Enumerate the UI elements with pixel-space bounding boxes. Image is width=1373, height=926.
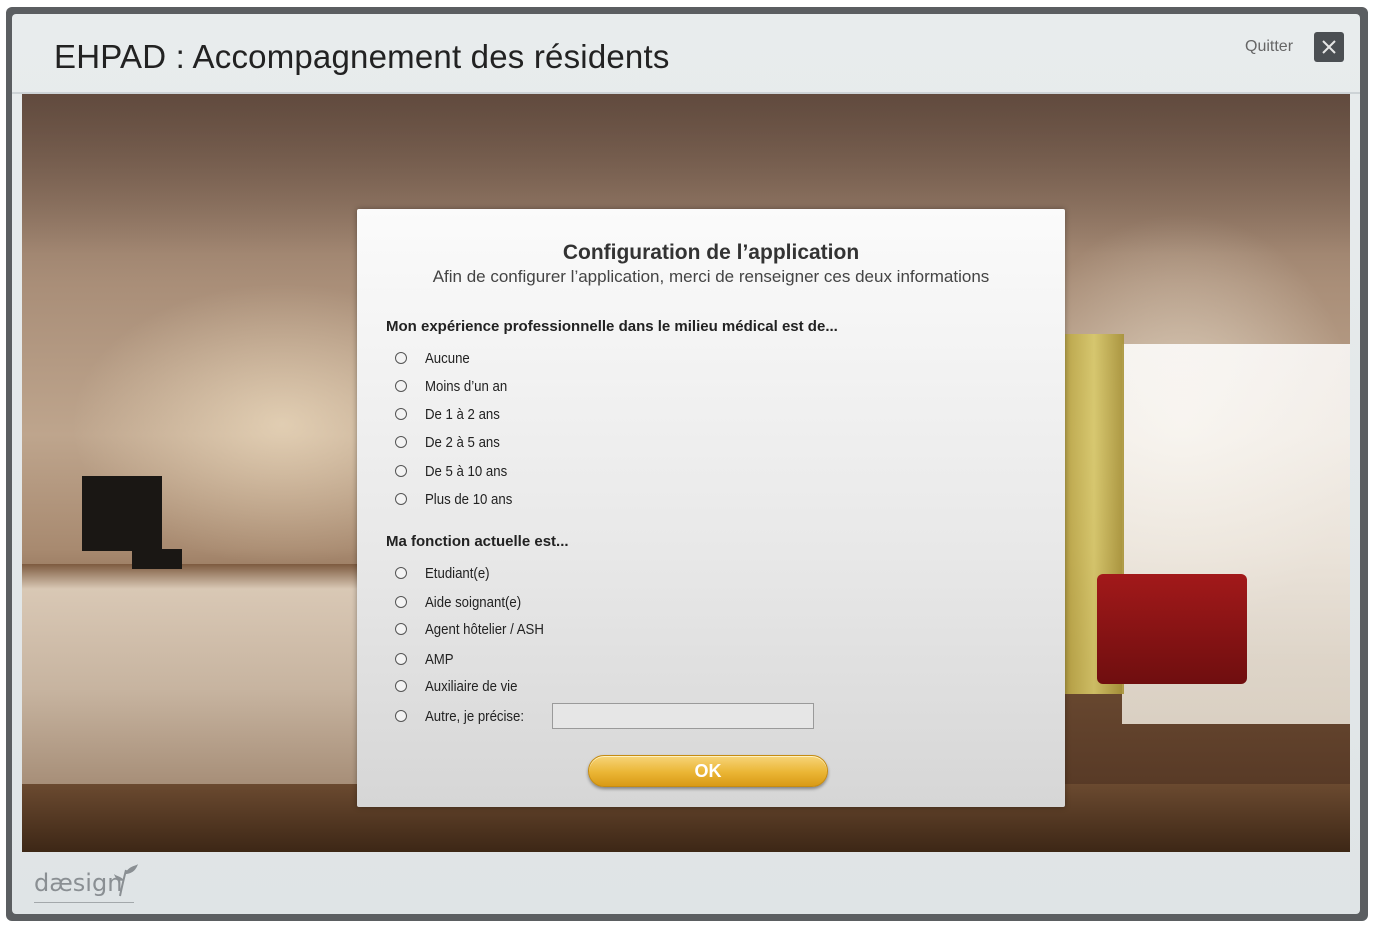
leaf-icon — [114, 864, 138, 897]
radio-button[interactable] — [395, 596, 407, 608]
experience-option[interactable]: De 1 à 2 ans — [395, 403, 510, 425]
quit-button[interactable] — [1314, 32, 1344, 62]
close-icon — [1322, 40, 1336, 54]
experience-option[interactable]: Aucune — [395, 347, 476, 369]
dialog-subtitle: Afin de configurer l’application, merci … — [432, 267, 990, 286]
radio-button[interactable] — [395, 623, 407, 635]
function-option[interactable]: Auxiliaire de vie — [395, 675, 530, 697]
radio-button[interactable] — [395, 408, 407, 420]
quit-label[interactable]: Quitter — [1245, 38, 1293, 56]
dialog-title: Configuration de l’application — [562, 241, 860, 264]
function-option[interactable]: Agent hôtelier / ASH — [395, 618, 560, 640]
ok-button[interactable]: OK — [588, 755, 828, 787]
radio-button[interactable] — [395, 493, 407, 505]
function-question: Ma fonction actuelle est... — [386, 533, 569, 550]
scene-monitor — [82, 476, 162, 551]
radio-button[interactable] — [395, 710, 407, 722]
daesign-logo: dæsign — [34, 869, 123, 897]
radio-button[interactable] — [395, 380, 407, 392]
experience-question: Mon expérience professionnelle dans le m… — [386, 318, 838, 335]
experience-option[interactable]: De 5 à 10 ans — [395, 460, 518, 482]
experience-option[interactable]: Plus de 10 ans — [395, 488, 524, 510]
function-option[interactable]: Etudiant(e) — [395, 562, 498, 584]
function-option[interactable]: Aide soignant(e) — [395, 591, 534, 613]
radio-button[interactable] — [395, 567, 407, 579]
function-option[interactable]: AMP — [395, 648, 458, 670]
radio-button[interactable] — [395, 352, 407, 364]
radio-button[interactable] — [395, 680, 407, 692]
scene-chair — [1097, 574, 1247, 684]
page-title: EHPAD : Accompagnement des résidents — [54, 38, 670, 75]
experience-option[interactable]: Moins d’un an — [395, 375, 518, 397]
experience-option[interactable]: De 2 à 5 ans — [395, 431, 510, 453]
function-option-other[interactable]: Autre, je précise: — [395, 705, 538, 727]
configuration-dialog: Configuration de l’application Afin de c… — [357, 209, 1065, 807]
scene-counter — [22, 564, 372, 814]
radio-button[interactable] — [395, 436, 407, 448]
other-function-input[interactable] — [552, 703, 814, 729]
radio-button[interactable] — [395, 653, 407, 665]
radio-button[interactable] — [395, 465, 407, 477]
